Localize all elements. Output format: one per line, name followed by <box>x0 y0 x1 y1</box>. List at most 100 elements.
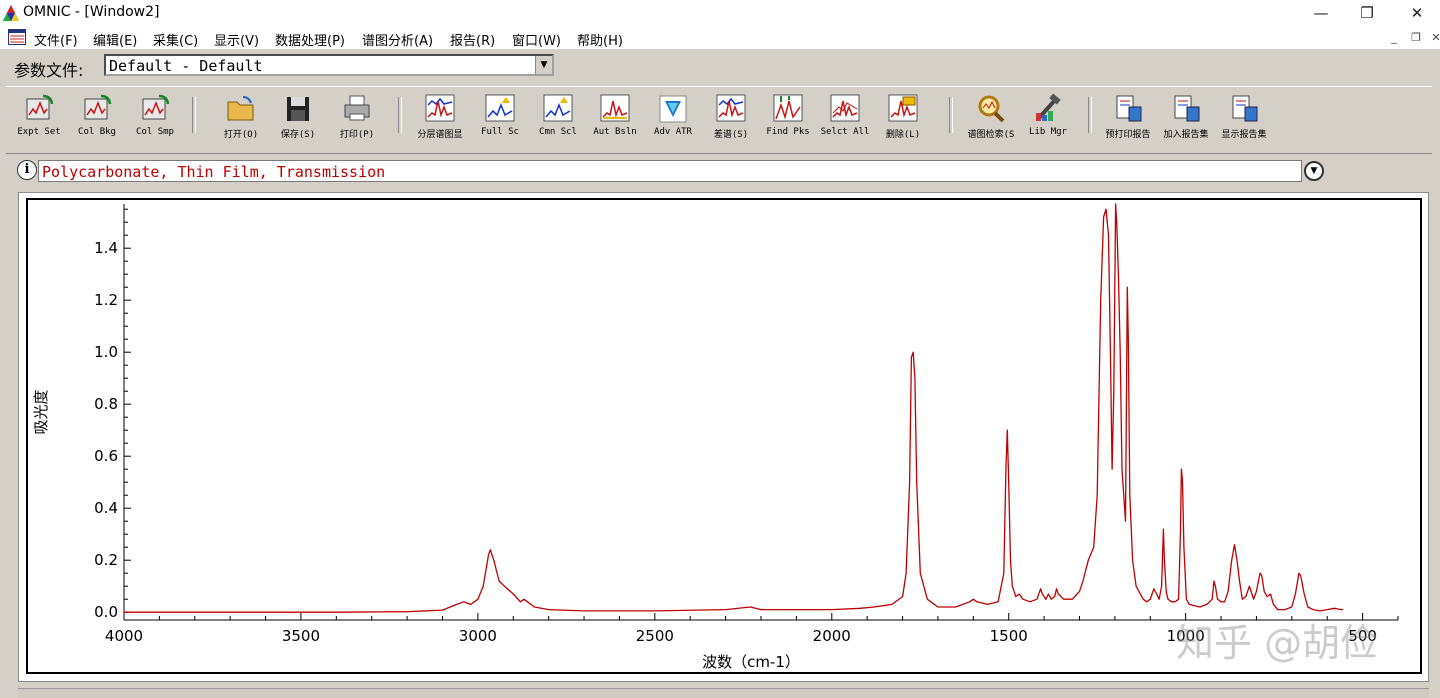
common-scale-icon <box>543 94 573 122</box>
spectrum-title-row: i Polycarbonate, Thin Film, Transmission… <box>0 158 1440 186</box>
toolbar-button-open-folder[interactable]: 打开(O) <box>212 93 270 147</box>
title-bar: OMNIC - [Window2] — ❐ ✕ <box>0 0 1440 26</box>
toolbar-button-find-peaks[interactable]: Find Pks <box>759 93 817 147</box>
toolbar-button-subtract[interactable]: 差谱(S) <box>702 93 760 147</box>
menu-view[interactable]: 显示(V) <box>214 30 259 49</box>
toolbar-button-label: Adv ATR <box>654 127 692 137</box>
y-tick-label: 0.0 <box>94 603 118 621</box>
toolbar-button-printer[interactable]: 打印(P) <box>328 93 386 147</box>
parameter-file-value: Default - Default <box>109 57 263 75</box>
expt-set-icon <box>26 94 54 120</box>
menu-file[interactable]: 文件(F) <box>34 30 78 49</box>
parameter-file-select[interactable]: Default - Default ▼ <box>104 54 554 76</box>
advanced-atr-icon <box>659 95 687 123</box>
spectrum-trace <box>124 203 1344 613</box>
menu-process[interactable]: 数据处理(P) <box>275 30 345 49</box>
toolbar-separator <box>949 97 953 133</box>
toolbar-button-advanced-atr[interactable]: Adv ATR <box>644 93 702 147</box>
toolbar-button-label: 加入报告集 <box>1163 130 1209 140</box>
toolbar-button-label: 打印(P) <box>339 130 375 140</box>
toolbar-button-label: 保存(S) <box>280 130 316 140</box>
printer-icon <box>344 95 370 121</box>
spectrum-title-text: Polycarbonate, Thin Film, Transmission <box>42 163 386 181</box>
spectrum-chart[interactable]: 4000 3500 3000 2500 2000 1500 1000 5000.00.20.4… <box>28 200 1420 672</box>
x-tick-label: 4000 <box>105 627 143 645</box>
parameter-row: 参数文件: Default - Default ▼ <box>0 49 1440 83</box>
window-title: OMNIC - [Window2] <box>23 4 160 20</box>
toolbar-button-label: 预打印报告 <box>1105 130 1151 140</box>
menu-help[interactable]: 帮助(H) <box>577 30 623 49</box>
menu-report[interactable]: 报告(R) <box>450 30 495 49</box>
dropdown-arrow-icon[interactable]: ▼ <box>535 56 552 74</box>
save-disk-icon <box>287 97 309 121</box>
toolbar-button-label: Cmn Scl <box>539 127 577 137</box>
toolbar-separator <box>1088 97 1092 133</box>
toolbar-button-full-scale[interactable]: Full Sc <box>471 93 529 147</box>
toolbar-button-label: 打开(O) <box>223 130 259 140</box>
y-tick-label: 0.8 <box>94 395 118 413</box>
spectrum-pane[interactable]: 4000 3500 3000 2500 2000 1500 1000 500 0.0 0.2 0.4… <box>26 198 1422 674</box>
toolbar-button-expt-set[interactable]: Expt Set <box>10 93 68 147</box>
toolbar-button-label: Selct All <box>820 127 870 137</box>
toolbar-button-library-manager[interactable]: Lib Mgr <box>1019 93 1077 147</box>
toolbar-button-label: 谱图检索(S <box>967 130 1015 140</box>
x-tick-label: 2000 <box>813 627 851 645</box>
stack-spectra-icon <box>425 94 455 122</box>
library-manager-icon <box>1036 93 1061 121</box>
spectrum-title-field[interactable]: Polycarbonate, Thin Film, Transmission <box>38 160 1302 182</box>
omnic-logo-icon <box>3 5 19 21</box>
toolbar-button-save-disk[interactable]: 保存(S) <box>269 93 327 147</box>
add-to-report-icon <box>1174 95 1200 122</box>
y-tick-label: 1.4 <box>94 239 118 257</box>
toolbar-button-label: Col Bkg <box>78 127 116 137</box>
minimize-button[interactable]: — <box>1298 0 1344 26</box>
main-toolbar: Expt Set Col Bkg Col Smp 打开(O) 保存(S) 打印(P) 分层谱… <box>6 86 1432 154</box>
collect-sample-icon <box>142 94 170 120</box>
delete-icon <box>888 94 918 122</box>
y-tick-label: 1.0 <box>94 343 118 361</box>
toolbar-button-delete[interactable]: 删除(L) <box>874 93 932 147</box>
toolbar-button-label: 差谱(S) <box>713 130 749 140</box>
menu-analyze[interactable]: 谱图分析(A) <box>362 30 433 49</box>
toolbar-button-print-preview[interactable]: 预打印报告 <box>1099 93 1157 147</box>
toolbar-button-label: Lib Mgr <box>1029 127 1067 137</box>
mdi-minimize-button[interactable]: _ <box>1386 31 1402 45</box>
subtract-icon <box>716 94 746 122</box>
mdi-close-button[interactable]: ✕ <box>1428 31 1440 45</box>
toolbar-button-collect-background[interactable]: Col Bkg <box>68 93 126 147</box>
toolbar-button-auto-baseline[interactable]: Aut Bsln <box>586 93 644 147</box>
toolbar-button-common-scale[interactable]: Cmn Scl <box>529 93 587 147</box>
y-tick-label: 0.6 <box>94 447 118 465</box>
x-tick-label: 3500 <box>282 627 320 645</box>
menu-edit[interactable]: 编辑(E) <box>93 30 137 49</box>
x-tick-label: 1500 <box>990 627 1028 645</box>
select-all-icon <box>830 94 860 122</box>
mdi-restore-button[interactable]: ❐ <box>1408 31 1424 45</box>
child-window-icon[interactable] <box>8 29 26 45</box>
toolbar-button-label: Aut Bsln <box>593 127 637 137</box>
toolbar-button-select-all[interactable]: Selct All <box>816 93 874 147</box>
menu-window[interactable]: 窗口(W) <box>512 30 561 49</box>
restore-button[interactable]: ❐ <box>1344 0 1390 26</box>
y-tick-label: 1.2 <box>94 291 118 309</box>
toolbar-button-search-magnifier[interactable]: 谱图检索(S <box>962 93 1020 147</box>
close-button[interactable]: ✕ <box>1394 0 1440 26</box>
y-axis-label: 吸光度 <box>32 389 50 434</box>
toolbar-separator <box>398 97 402 133</box>
toolbar-button-label: Col Smp <box>136 127 174 137</box>
info-icon[interactable]: i <box>17 160 37 180</box>
y-tick-label: 0.2 <box>94 551 118 569</box>
spectrum-list-dropdown-icon[interactable]: ▼ <box>1304 161 1324 181</box>
watermark: 知乎 @胡俭 <box>1176 621 1379 665</box>
toolbar-button-collect-sample[interactable]: Col Smp <box>126 93 184 147</box>
x-tick-label: 3000 <box>459 627 497 645</box>
open-folder-icon <box>227 96 254 121</box>
toolbar-button-add-to-report[interactable]: 加入报告集 <box>1157 93 1215 147</box>
toolbar-button-stack-spectra[interactable]: 分层谱图显 <box>411 93 469 147</box>
show-report-icon <box>1232 95 1258 122</box>
auto-baseline-icon <box>600 94 630 122</box>
menu-collect[interactable]: 采集(C) <box>153 30 198 49</box>
search-magnifier-icon <box>978 95 1005 123</box>
toolbar-button-show-report[interactable]: 显示报告集 <box>1215 93 1273 147</box>
x-axis-label: 波数（cm-1） <box>702 653 800 671</box>
